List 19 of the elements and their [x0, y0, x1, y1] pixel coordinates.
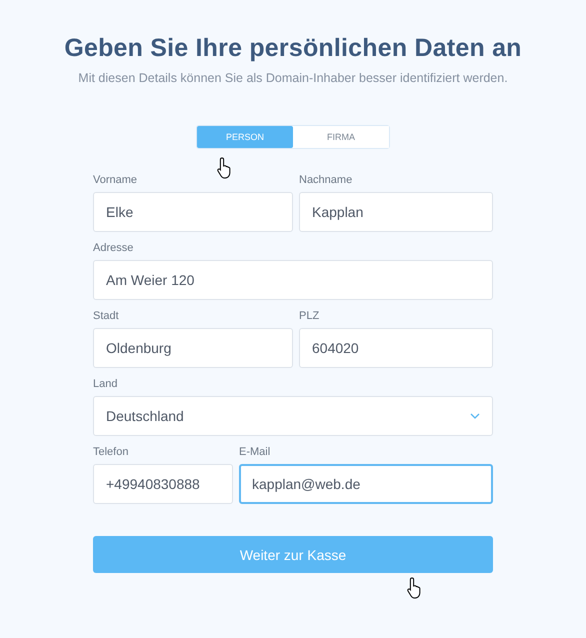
- field-label: Nachname: [299, 174, 354, 186]
- input-field[interactable]: Am Weier 120: [93, 260, 493, 300]
- input-field[interactable]: Elke: [93, 192, 293, 232]
- field-label: Vorname: [93, 174, 138, 186]
- input-field[interactable]: 604020: [299, 328, 493, 368]
- field-label: Stadt: [93, 310, 120, 322]
- field-label: Adresse: [93, 242, 134, 254]
- chevron-down-icon: [470, 413, 480, 419]
- input-field[interactable]: +49940830888: [93, 464, 233, 504]
- page-subtitle: Mit diesen Details können Sie als Domain-Inhaber besser identifiziert werden.: [78, 71, 508, 85]
- input-field[interactable]: Kapplan: [299, 192, 493, 232]
- field-label: Land: [93, 378, 118, 390]
- field-label: Telefon: [93, 446, 130, 458]
- input-field[interactable]: Oldenburg: [93, 328, 293, 368]
- field-label: PLZ: [299, 310, 320, 322]
- page-title: Geben Sie Ihre persönlichen Daten an: [64, 34, 522, 63]
- select-field[interactable]: Deutschland: [93, 396, 493, 436]
- input-field[interactable]: kapplan@web.de: [239, 464, 493, 504]
- field-label: E-Mail: [239, 446, 272, 458]
